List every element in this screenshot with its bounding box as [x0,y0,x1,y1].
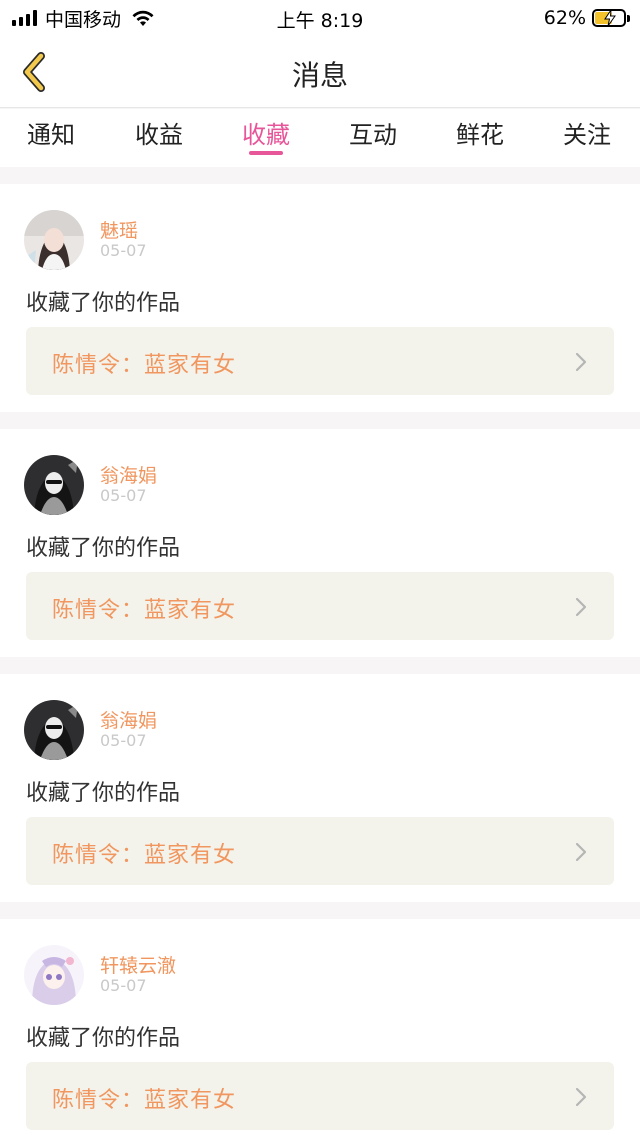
tab-bar: 通知 收益 收藏 互动 鲜花 关注 [0,109,640,167]
charging-bolt-icon [604,9,616,27]
message-date: 05-07 [100,486,147,505]
work-link[interactable]: 陈情令：蓝家有女 [26,572,614,640]
action-text: 收藏了你的作品 [26,536,181,561]
username[interactable]: 翁海娟 [100,706,157,733]
status-bar: 中国移动 上午 8:19 62% [0,0,640,36]
work-link[interactable]: 陈情令：蓝家有女 [26,817,614,885]
battery-group: 62% [544,6,630,30]
page-title: 消息 [291,59,348,92]
action-text: 收藏了你的作品 [26,781,181,806]
chevron-right-icon [575,597,587,617]
avatar[interactable] [24,700,84,760]
tab-favorites[interactable]: 收藏 [231,115,301,150]
tab-active-indicator [249,151,283,155]
chevron-right-icon [575,1087,587,1107]
battery-icon [592,9,626,27]
chevron-right-icon [575,352,587,372]
tab-flowers[interactable]: 鲜花 [445,115,515,150]
avatar[interactable] [24,945,84,1005]
work-link[interactable]: 陈情令：蓝家有女 [26,327,614,395]
action-text: 收藏了你的作品 [26,1026,181,1051]
work-title: 陈情令：蓝家有女 [52,353,237,378]
username[interactable]: 魅瑶 [100,216,138,243]
message-card: 魅瑶 05-07 收藏了你的作品 陈情令：蓝家有女 [0,184,640,412]
tab-earnings[interactable]: 收益 [124,115,194,150]
work-title: 陈情令：蓝家有女 [52,1088,237,1113]
battery-cap [627,14,630,22]
message-card: 翁海娟 05-07 收藏了你的作品 陈情令：蓝家有女 [0,429,640,657]
tab-follows[interactable]: 关注 [552,115,622,150]
nav-bar: 消息 [0,36,640,108]
battery-percent: 62% [543,7,586,29]
message-card: 轩辕云澈 05-07 收藏了你的作品 陈情令：蓝家有女 [0,919,640,1139]
message-date: 05-07 [100,976,147,995]
message-date: 05-07 [100,241,147,260]
work-title: 陈情令：蓝家有女 [52,843,237,868]
chevron-right-icon [575,842,587,862]
action-text: 收藏了你的作品 [26,291,181,316]
tab-notifications[interactable]: 通知 [16,115,86,150]
avatar[interactable] [24,455,84,515]
message-date: 05-07 [100,731,147,750]
username[interactable]: 翁海娟 [100,461,157,488]
avatar[interactable] [24,210,84,270]
username[interactable]: 轩辕云澈 [100,951,176,978]
tab-interactions[interactable]: 互动 [338,115,408,150]
work-title: 陈情令：蓝家有女 [52,598,237,623]
work-link[interactable]: 陈情令：蓝家有女 [26,1062,614,1130]
message-card: 翁海娟 05-07 收藏了你的作品 陈情令：蓝家有女 [0,674,640,902]
